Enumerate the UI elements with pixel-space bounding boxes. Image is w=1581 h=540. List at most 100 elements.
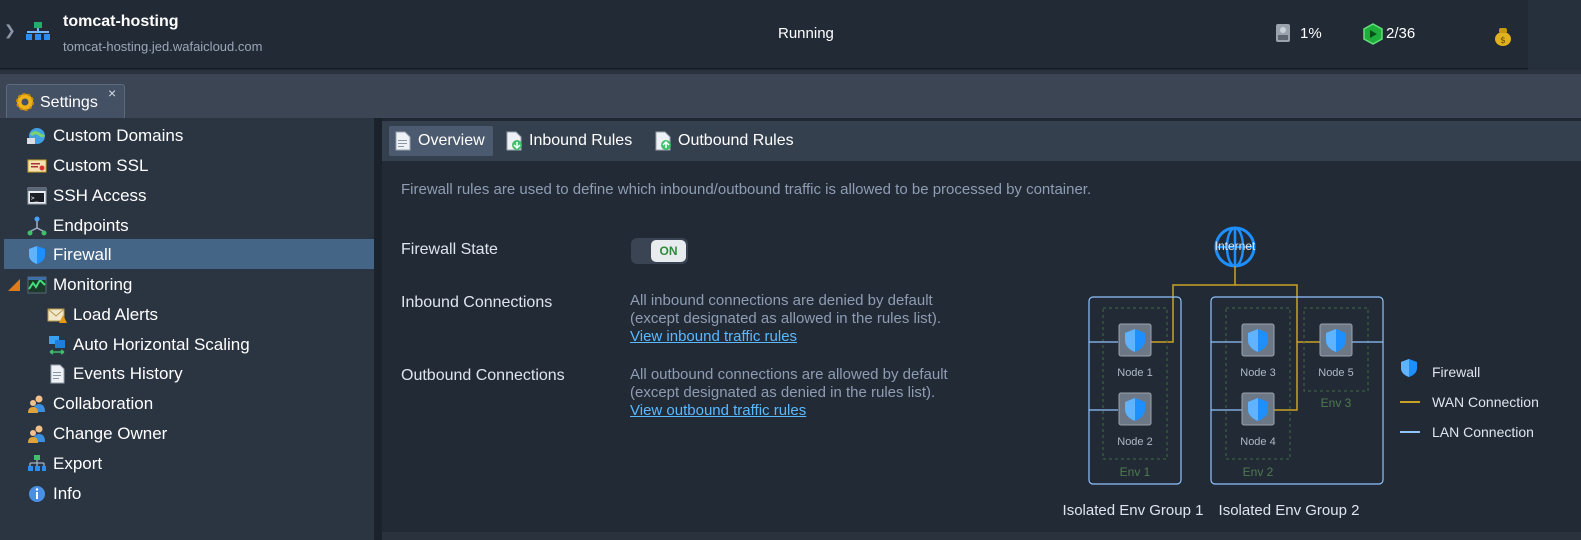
endpoints-icon xyxy=(27,216,47,236)
env-3-label: Env 3 xyxy=(1321,396,1352,410)
environment-header: ❯ tomcat-hosting tomcat-hosting.jed.wafa… xyxy=(0,0,1528,69)
outbound-connections-label: Outbound Connections xyxy=(401,367,565,384)
inbound-desc-line2: (except designated as allowed in the rul… xyxy=(630,310,942,327)
sidebar-item-label: Monitoring xyxy=(53,275,133,294)
node-2 xyxy=(1118,392,1152,426)
expand-triangle-icon[interactable] xyxy=(7,278,21,292)
change-owner-icon xyxy=(28,425,45,443)
sidebar-divider[interactable] xyxy=(374,118,382,540)
toggle-on-label: ON xyxy=(651,240,686,262)
environment-topology-icon xyxy=(26,22,50,40)
legend-wan: WAN Connection xyxy=(1400,394,1539,410)
globe-icon xyxy=(27,128,46,144)
sidebar-item-info[interactable]: Info xyxy=(27,479,81,509)
sidebar-item-label: Custom Domains xyxy=(53,126,184,145)
inbound-connections-label: Inbound Connections xyxy=(401,294,553,311)
tab-inbound-rules[interactable]: Inbound Rules xyxy=(500,126,640,156)
sidebar-item-label: Endpoints xyxy=(53,216,129,235)
node-3 xyxy=(1241,323,1275,357)
tab-label: Overview xyxy=(418,132,485,149)
sidebar-item-events-history[interactable]: Events History xyxy=(47,359,183,389)
node-1-label: Node 1 xyxy=(1117,367,1152,379)
certificate-icon xyxy=(27,159,47,173)
group-1-label: Isolated Env Group 1 xyxy=(1063,502,1204,519)
legend-firewall: Firewall xyxy=(1401,359,1480,380)
cloudlet-count: 2/36 xyxy=(1386,25,1416,42)
node-1 xyxy=(1118,323,1152,357)
sidebar-item-label: Collaboration xyxy=(53,394,154,413)
environment-domain[interactable]: tomcat-hosting.jed.wafaicloud.com xyxy=(63,39,262,54)
sidebar-item-label: Auto Horizontal Scaling xyxy=(73,335,250,354)
export-icon xyxy=(28,455,46,471)
svg-text:$: $ xyxy=(1500,36,1506,46)
sidebar-item-monitoring[interactable]: Monitoring xyxy=(7,270,132,300)
shield-icon xyxy=(29,246,45,264)
disk-icon xyxy=(1276,24,1290,42)
bottom-scrollbar-track[interactable] xyxy=(382,532,1581,540)
legend-lan: LAN Connection xyxy=(1400,424,1534,440)
billing-cell[interactable]: $ xyxy=(1495,0,1581,70)
document-icon xyxy=(395,131,411,151)
sidebar-item-label: Export xyxy=(53,454,103,473)
sidebar-item-label: SSH Access xyxy=(53,186,147,205)
outbound-desc-line2: (except designated as denied in the rule… xyxy=(630,384,936,401)
disk-usage-value: 1% xyxy=(1300,25,1322,42)
sidebar-item-label: Change Owner xyxy=(53,424,168,443)
tab-settings[interactable]: Settings × xyxy=(6,84,125,118)
terminal-icon: >_ xyxy=(27,187,47,205)
sidebar-item-collaboration[interactable]: Collaboration xyxy=(27,389,153,419)
sidebar-item-label: Info xyxy=(53,484,82,503)
node-3-label: Node 3 xyxy=(1240,367,1275,379)
sidebar-item-change-owner[interactable]: Change Owner xyxy=(27,419,167,449)
sidebar-item-label: Custom SSL xyxy=(53,156,149,175)
outbound-description: All outbound connections are allowed by … xyxy=(630,366,948,420)
scaling-icon xyxy=(49,336,65,355)
tab-outbound-rules[interactable]: Outbound Rules xyxy=(649,126,799,156)
node-5-label: Node 5 xyxy=(1318,367,1353,379)
info-icon xyxy=(29,486,45,502)
sidebar-item-label: Events History xyxy=(73,364,183,383)
users-icon xyxy=(28,395,45,413)
env-2-label: Env 2 xyxy=(1243,465,1274,479)
legend-wan-label: WAN Connection xyxy=(1432,394,1539,410)
outbound-desc-line1: All outbound connections are allowed by … xyxy=(630,366,948,383)
tab-overview[interactable]: Overview xyxy=(389,126,493,156)
cloudlet-icon xyxy=(1363,23,1383,45)
tab-label: Inbound Rules xyxy=(529,132,633,149)
billing-bag-icon[interactable]: $ xyxy=(1493,26,1513,46)
sidebar-item-custom-domains[interactable]: Custom Domains xyxy=(27,121,183,151)
sidebar-item-firewall[interactable]: Firewall xyxy=(27,240,112,270)
tab-label: Outbound Rules xyxy=(678,132,794,149)
node-5 xyxy=(1319,323,1353,357)
environment-status: Running xyxy=(778,25,834,42)
sidebar-item-export[interactable]: Export xyxy=(27,449,102,479)
environment-name[interactable]: tomcat-hosting xyxy=(63,13,179,31)
outbound-rules-icon xyxy=(655,131,671,151)
tab-label: Settings xyxy=(40,94,98,111)
sidebar-item-custom-ssl[interactable]: Custom SSL xyxy=(27,151,148,181)
firewall-diagram: Internet Node 1 Node 2 Node 3 Node 4 Nod… xyxy=(1063,226,1539,519)
sidebar-item-ssh-access[interactable]: >_ SSH Access xyxy=(27,181,147,211)
internet-label: Internet xyxy=(1215,239,1256,253)
chevron-right-icon[interactable]: ❯ xyxy=(4,22,16,39)
node-2-label: Node 2 xyxy=(1117,436,1152,448)
sidebar-item-endpoints[interactable]: Endpoints xyxy=(27,211,129,241)
view-outbound-rules-link[interactable]: View outbound traffic rules xyxy=(630,402,806,419)
firewall-state-toggle[interactable]: ON xyxy=(631,238,688,264)
sidebar-item-load-alerts[interactable]: Load Alerts xyxy=(47,300,158,330)
group-2-label: Isolated Env Group 2 xyxy=(1219,502,1360,519)
alert-envelope-icon xyxy=(47,308,67,323)
gear-icon xyxy=(16,93,34,111)
node-4 xyxy=(1241,392,1275,426)
env-1-label: Env 1 xyxy=(1120,465,1151,479)
monitoring-chart-icon xyxy=(27,276,47,294)
inbound-rules-icon xyxy=(506,131,522,151)
firewall-state-label: Firewall State xyxy=(401,241,498,258)
sidebar-item-auto-horizontal-scaling[interactable]: Auto Horizontal Scaling xyxy=(47,330,250,360)
inbound-description: All inbound connections are denied by de… xyxy=(630,292,941,346)
legend-lan-label: LAN Connection xyxy=(1432,424,1534,440)
close-icon[interactable]: × xyxy=(108,85,116,101)
tab-strip xyxy=(0,70,1581,118)
sidebar-item-label: Firewall xyxy=(53,245,112,264)
view-inbound-rules-link[interactable]: View inbound traffic rules xyxy=(630,328,797,345)
